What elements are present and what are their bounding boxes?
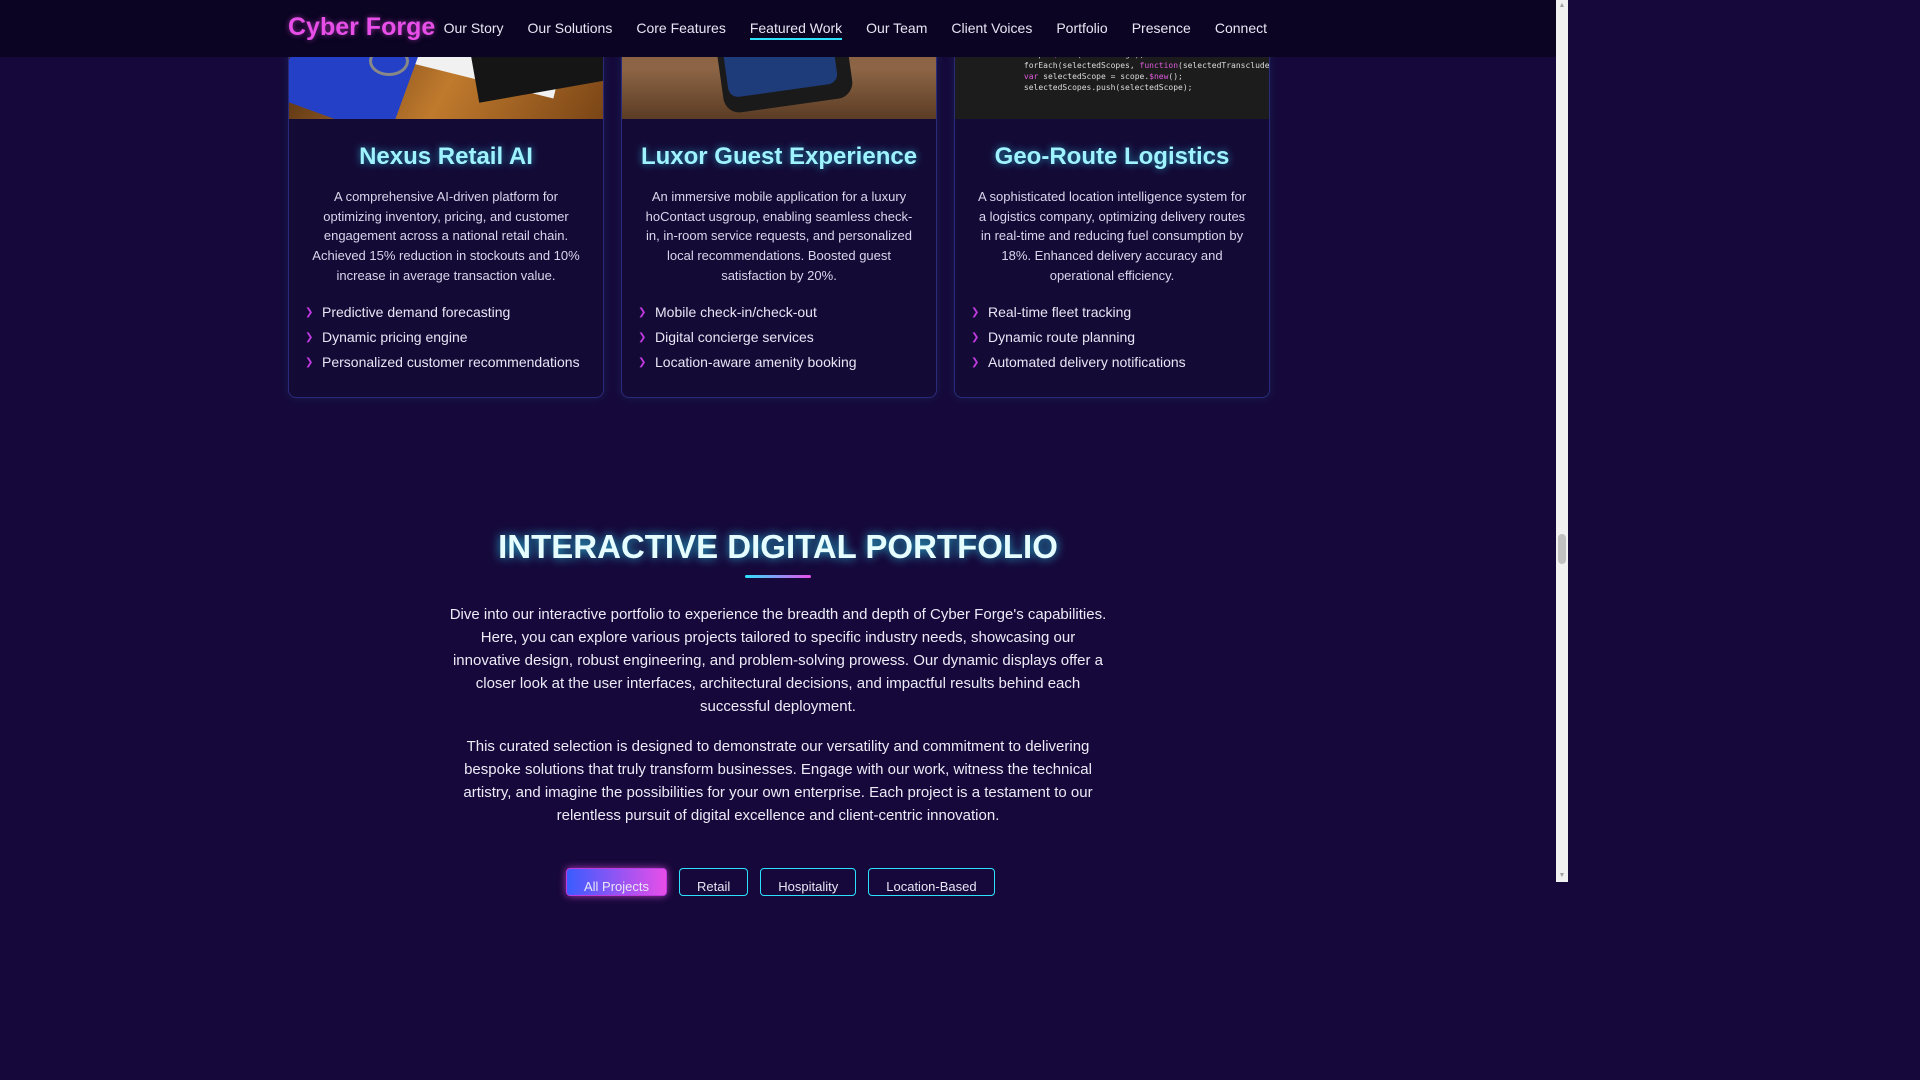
site-header: Cyber Forge Our Story Our Solutions Core… (0, 0, 1556, 57)
feature-item: ❯ Location-aware amenity booking (638, 354, 857, 371)
project-description: An immersive mobile application for a lu… (645, 189, 913, 283)
chevron-right-icon: ❯ (305, 356, 314, 368)
chevron-right-icon: ❯ (971, 331, 980, 343)
portfolio-filters: All Projects Retail Hospitality Location… (566, 868, 995, 896)
brand-logo[interactable]: Cyber Forge (288, 13, 435, 42)
project-title: Luxor Guest Experience (640, 143, 918, 170)
project-title: Geo-Route Logistics (994, 143, 1230, 170)
nav-link-portfolio[interactable]: Portfolio (1056, 20, 1107, 40)
page-scrollbar[interactable]: ▲ ▼ (1556, 0, 1568, 882)
nav-link-featured-work[interactable]: Featured Work (749, 20, 843, 40)
filter-all-projects[interactable]: All Projects (566, 868, 668, 896)
scroll-up-arrow-icon[interactable]: ▲ (1558, 2, 1566, 10)
chevron-right-icon: ❯ (971, 306, 980, 318)
title-underline (745, 575, 811, 578)
nav-link-our-story[interactable]: Our Story (444, 20, 504, 40)
nav-link-core-features[interactable]: Core Features (636, 20, 725, 40)
nav-link-our-solutions[interactable]: Our Solutions (528, 20, 613, 40)
project-features: ❯ Real-time fleet tracking ❯ Dynamic route… (971, 300, 1253, 375)
nav-link-our-team[interactable]: Our Team (866, 20, 927, 40)
chevron-right-icon: ❯ (305, 331, 314, 343)
feature-item: ❯ Real-time fleet tracking (971, 304, 1132, 321)
project-description: A sophisticated location intelligence sy… (977, 189, 1247, 283)
nav-link-client-voices[interactable]: Client Voices (951, 20, 1032, 40)
project-features: ❯ Predictive demand forecasting ❯ Dynamic … (305, 300, 587, 375)
feature-item: ❯ Dynamic pricing engine (305, 329, 468, 346)
section-title: INTERACTIVE DIGITAL PORTFOLIO (498, 528, 1058, 565)
chevron-right-icon: ❯ (638, 356, 647, 368)
feature-item: ❯ Predictive demand forecasting (305, 304, 511, 321)
chevron-right-icon: ❯ (638, 306, 647, 318)
scroll-down-arrow-icon[interactable]: ▼ (1558, 872, 1566, 880)
portfolio-intro: Dive into our interactive portfolio to e… (449, 606, 1107, 715)
project-description: A comprehensive AI-driven platform for o… (312, 189, 580, 283)
filter-location-based[interactable]: Location-Based (868, 868, 995, 896)
chevron-right-icon: ❯ (971, 356, 980, 368)
feature-item: ❯ Digital concierge services (638, 329, 814, 346)
project-features: ❯ Mobile check-in/check-out ❯ Digital conc… (638, 300, 920, 375)
project-title: Nexus Retail AI (359, 143, 533, 170)
feature-item: ❯ Automated delivery notifications (971, 354, 1186, 371)
scroll-thumb[interactable] (1558, 534, 1566, 564)
main-nav: Our Story Our Solutions Core Features Fe… (444, 20, 1267, 40)
project-card-luxor-guest[interactable]: Luxor Guest Experience An immersive mobi… (621, 0, 937, 398)
feature-item: ❯ Dynamic route planning (971, 329, 1136, 346)
filter-retail[interactable]: Retail (679, 868, 749, 896)
feature-item: ❯ Mobile check-in/check-out (638, 304, 817, 321)
nav-link-connect[interactable]: Connect (1215, 20, 1267, 40)
filter-hospitality[interactable]: Hospitality (760, 868, 857, 896)
chevron-right-icon: ❯ (638, 331, 647, 343)
feature-item: ❯ Personalized customer recommendations (305, 354, 580, 371)
chevron-right-icon: ❯ (305, 306, 314, 318)
project-card-geo-route[interactable]: selectedElements.length = 0; selectedSco… (954, 0, 1270, 398)
featured-projects: Nexus Retail AI A comprehensive AI-drive… (288, 0, 1270, 398)
nav-link-presence[interactable]: Presence (1132, 20, 1191, 40)
portfolio-description: This curated selection is designed to de… (463, 738, 1093, 824)
project-card-nexus-retail[interactable]: Nexus Retail AI A comprehensive AI-drive… (288, 0, 604, 398)
